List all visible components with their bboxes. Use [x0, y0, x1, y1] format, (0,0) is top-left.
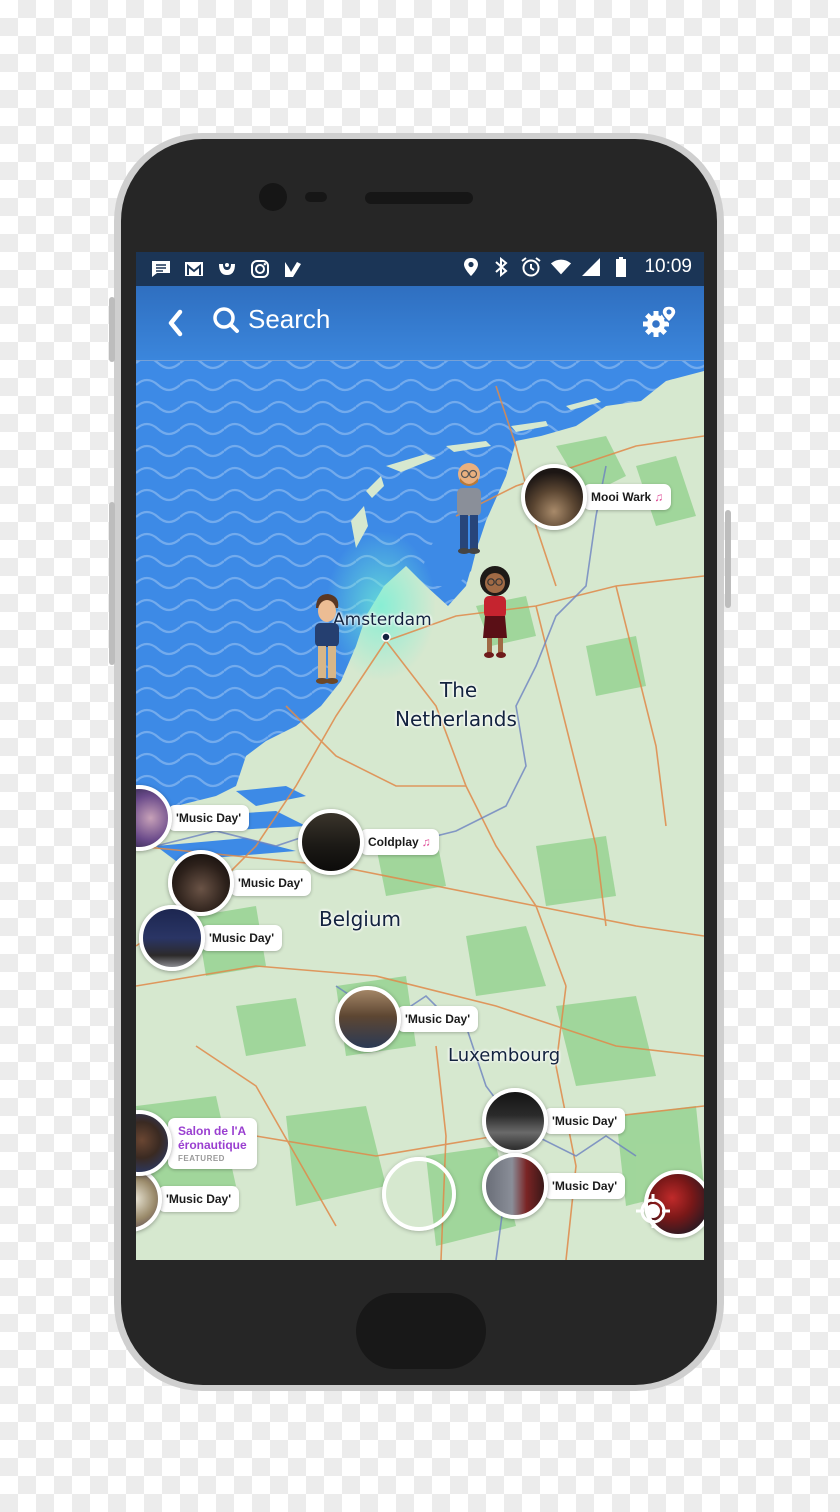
location-icon [460, 256, 482, 278]
story-label: 'Music Day' [158, 1186, 240, 1212]
chevron-left-icon [168, 309, 183, 337]
proximity-sensor [305, 192, 327, 202]
story-label: 'Music Day' [397, 1006, 479, 1032]
map-top-bar: Search [136, 286, 704, 361]
home-button[interactable] [356, 1293, 486, 1369]
place-label-the[interactable]: The [440, 678, 477, 702]
bitmoji-friend-curly-hair-glasses[interactable] [474, 566, 516, 662]
search-icon [213, 306, 239, 333]
bitmoji-friend-bald-glasses[interactable] [451, 460, 487, 555]
story-bubble-music-day-3[interactable]: 'Music Day' [139, 905, 283, 971]
featured-story-salon-aeronautique[interactable]: Salon de l'A éronautique FEATURED [136, 1110, 257, 1176]
story-thumbnail [136, 785, 172, 851]
story-thumbnail [136, 1110, 172, 1176]
music-note-icon: ♫ [654, 490, 664, 504]
place-label-belgium[interactable]: Belgium [319, 907, 401, 931]
story-thumbnail [335, 986, 401, 1052]
gmail-icon [183, 258, 205, 280]
capture-button-ring[interactable] [382, 1157, 456, 1231]
story-bubble-music-day-1[interactable]: 'Music Day' [136, 785, 250, 851]
story-bubble-mooi-wark[interactable]: Mooi Wark ♫ [521, 464, 672, 530]
bluetooth-icon [490, 256, 512, 278]
phone-side-button-right [725, 510, 731, 608]
place-label-netherlands[interactable]: Netherlands [395, 707, 517, 731]
story-thumbnail [482, 1153, 548, 1219]
story-label: 'Music Day' [230, 870, 312, 896]
map-settings-gear-icon [643, 305, 677, 337]
story-bubble-coldplay[interactable]: Coldplay ♫ [298, 809, 439, 875]
story-thumbnail [521, 464, 587, 530]
story-bubble-music-day-4[interactable]: 'Music Day' [335, 986, 479, 1052]
search-button[interactable]: Search [212, 304, 330, 335]
story-label: 'Music Day' [544, 1108, 626, 1134]
message-icon [150, 258, 172, 280]
locate-me-button[interactable] [636, 1194, 670, 1228]
instagram-icon [249, 258, 271, 280]
back-button[interactable] [162, 306, 190, 340]
story-label: Coldplay ♫ [360, 829, 439, 855]
story-label: 'Music Day' [168, 805, 250, 831]
story-label: 'Music Day' [201, 925, 283, 951]
front-camera [259, 183, 287, 211]
bitmoji-friend-brown-hair[interactable] [310, 594, 344, 688]
story-bubble-music-day-6[interactable]: 'Music Day' [482, 1153, 626, 1219]
crosshair-locate-icon [636, 1194, 670, 1228]
featured-story-title-line1: Salon de l'A [178, 1123, 247, 1138]
android-status-bar: 10:09 [136, 252, 704, 286]
amsterdam-city-marker[interactable] [381, 632, 391, 642]
phone-side-button-top-left [109, 297, 115, 362]
featured-story-title-line2: éronautique [178, 1137, 247, 1152]
search-label: Search [248, 304, 331, 334]
story-label: 'Music Day' [544, 1173, 626, 1199]
phone-screen: 10:09 Search Amsterdam The Netherlands B… [136, 252, 704, 1260]
wifi-icon [550, 256, 572, 278]
earpiece-speaker [365, 192, 473, 204]
story-bubble-music-day-5[interactable]: 'Music Day' [482, 1088, 626, 1154]
story-thumbnail [482, 1088, 548, 1154]
featured-story-label: Salon de l'A éronautique FEATURED [168, 1117, 257, 1169]
music-note-icon: ♫ [421, 835, 431, 849]
phone-side-button-bottom-left [109, 502, 115, 665]
map-settings-button[interactable] [642, 304, 678, 340]
app-notification-icon [216, 258, 238, 280]
place-label-amsterdam[interactable]: Amsterdam [333, 610, 432, 630]
featured-badge: FEATURED [178, 1153, 225, 1163]
story-label: Mooi Wark ♫ [583, 484, 672, 510]
story-thumbnail [139, 905, 205, 971]
signal-icon [580, 256, 602, 278]
task-check-icon [282, 258, 304, 280]
alarm-icon [520, 256, 542, 278]
battery-icon [610, 256, 632, 278]
status-time: 10:09 [644, 256, 692, 277]
